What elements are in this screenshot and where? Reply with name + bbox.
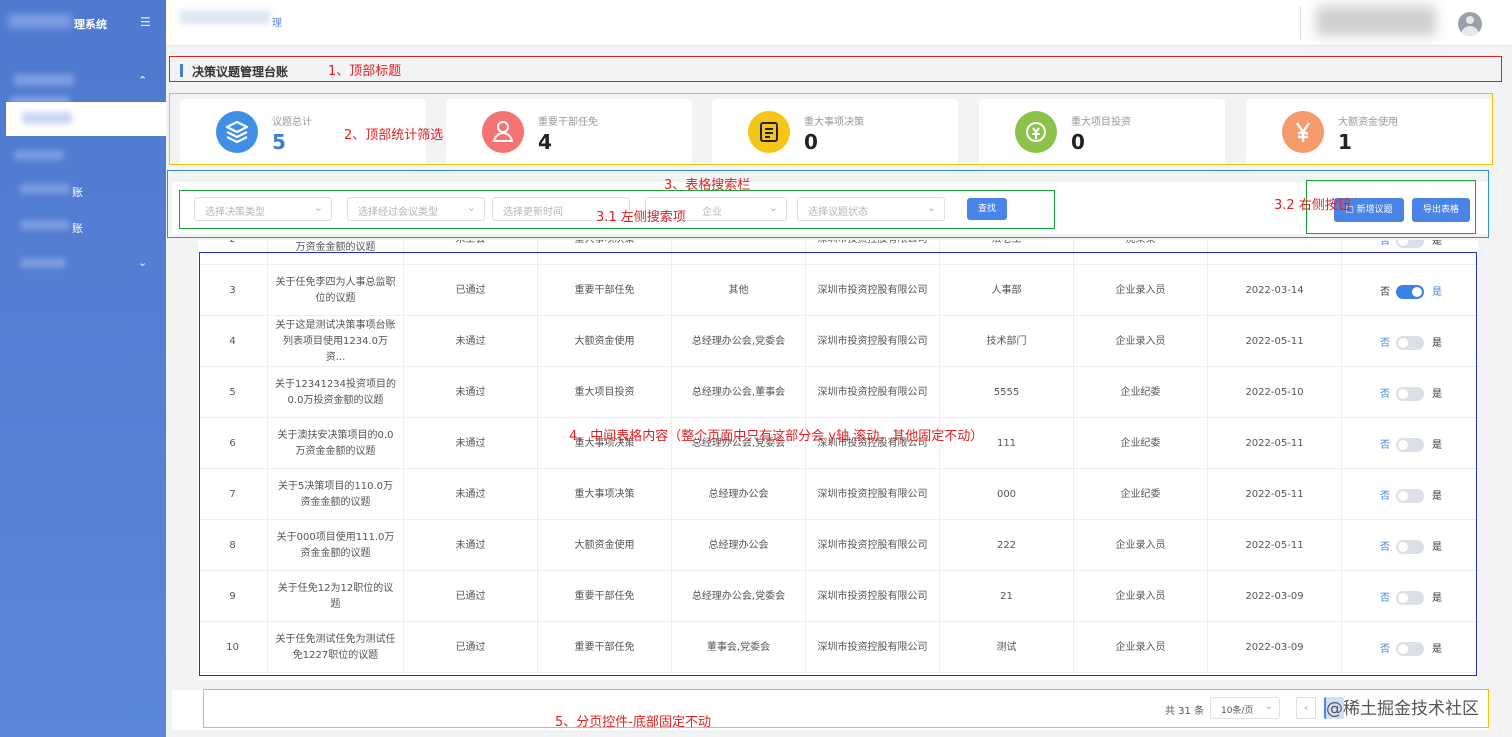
status-toggle[interactable]	[1396, 240, 1424, 248]
sidebar-item-active[interactable]	[6, 102, 166, 136]
annotation-label-2: 2、顶部统计筛选	[344, 128, 444, 143]
annotation-label-4: 4、中间表格内容（整个页面中只有这部分会 y轴 滚动，其他固定不动）	[569, 429, 984, 444]
watermark: @稀土掘金技术社区	[1326, 694, 1479, 719]
toggle-knob	[1398, 240, 1408, 246]
annotation-label-3-2: 3.2 右侧按钮	[1274, 198, 1351, 213]
switch-yes-label: 是	[1432, 240, 1442, 247]
chevron-up-icon[interactable]: ⌃	[138, 74, 147, 87]
sidebar-item-blurred[interactable]	[20, 220, 70, 230]
sidebar: 理系统 ☰ ⌃ 账 账 ⌄	[0, 0, 166, 737]
avatar[interactable]	[1458, 12, 1482, 36]
chevron-down-icon[interactable]: ⌄	[138, 256, 147, 269]
annotation-label-3-1: 3.1 左侧搜索项	[596, 210, 686, 225]
switch-no-label: 否	[1380, 240, 1390, 247]
breadcrumb-blurred	[180, 10, 270, 24]
avatar-body	[1461, 26, 1479, 36]
menu-fold-icon[interactable]: ☰	[140, 15, 151, 29]
sidebar-item-blurred[interactable]	[20, 184, 70, 194]
top-header: 理	[166, 0, 1512, 46]
avatar-head	[1466, 16, 1474, 24]
user-info-blurred[interactable]	[1316, 6, 1436, 36]
sidebar-item-blurred[interactable]	[20, 258, 66, 268]
sidebar-group-blurred[interactable]	[14, 74, 74, 86]
annotation-label-5: 5、分页控件-底部固定不动	[555, 715, 711, 730]
brand-blurred-logo	[8, 14, 72, 28]
sidebar-item-ledger-2[interactable]: 账	[72, 220, 83, 236]
annotation-label-1: 1、顶部标题	[328, 64, 402, 79]
sidebar-active-label-blurred	[22, 112, 72, 124]
annotation-box-table	[199, 252, 1477, 676]
breadcrumb[interactable]: 理	[272, 14, 282, 29]
header-divider	[1300, 6, 1301, 40]
sidebar-item-blurred[interactable]	[14, 150, 64, 160]
brand-title: 理系统	[74, 18, 107, 31]
sidebar-brand: 理系统 ☰	[0, 0, 166, 46]
annotation-box-pager	[203, 689, 1489, 728]
sidebar-item-ledger-1[interactable]: 账	[72, 184, 83, 200]
